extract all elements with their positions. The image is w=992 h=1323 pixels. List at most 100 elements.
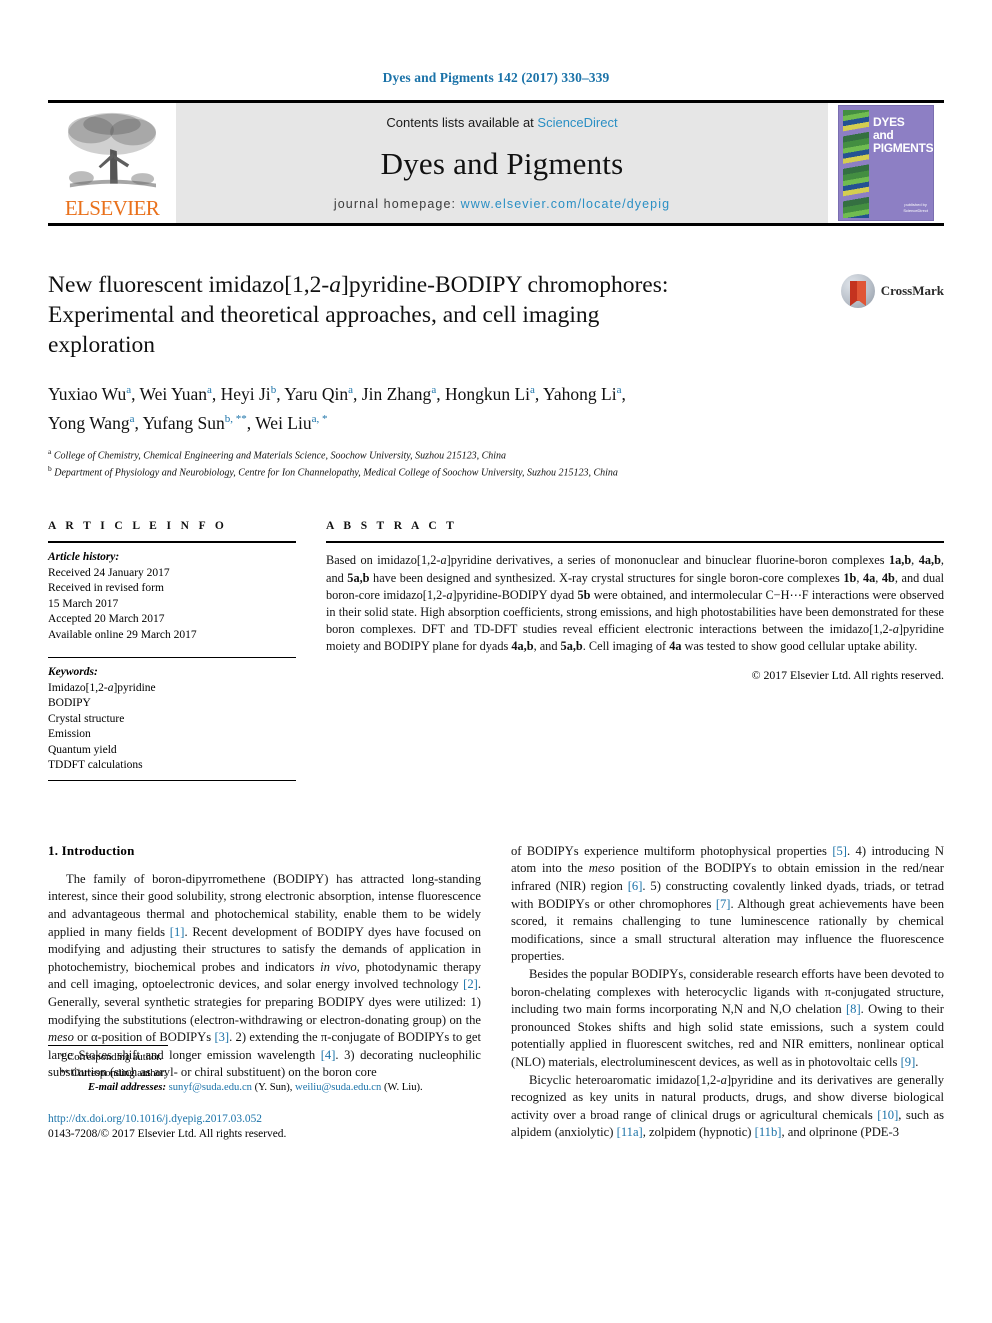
citation-11a[interactable]: [11a] [617, 1125, 643, 1139]
author-0[interactable]: Yuxiao Wu [48, 384, 126, 404]
cover-line-3: PIGMENTS [873, 141, 934, 155]
history-item-0: Received 24 January 2017 [48, 566, 170, 579]
author-9-affil-mark: a, * [311, 412, 328, 425]
affiliation-list: a College of Chemistry, Chemical Enginee… [48, 445, 944, 481]
history-item-1: Received in revised form [48, 582, 164, 595]
citation-3[interactable]: [3] [214, 1030, 229, 1044]
journal-cover-thumbnail: DYES and PIGMENTS published by ScienceDi… [828, 103, 944, 223]
contents-available-line: Contents lists available at ScienceDirec… [386, 115, 617, 130]
doi-link[interactable]: http://dx.doi.org/10.1016/j.dyepig.2017.… [48, 1112, 481, 1127]
history-item-2: 15 March 2017 [48, 597, 119, 610]
citation-11b[interactable]: [11b] [755, 1125, 782, 1139]
citation-1[interactable]: [1] [170, 925, 185, 939]
author-0-affil-mark: a [126, 384, 132, 396]
intro-paragraph-right-3: Bicyclic heteroaromatic imidazo[1,2-a]py… [511, 1072, 945, 1140]
citation-8[interactable]: [8] [846, 1002, 861, 1016]
abstract-text: Based on imidazo[1,2-a]pyridine derivati… [326, 553, 945, 654]
article-page: Dyes and Pigments 142 (2017) 330–339 ELS… [0, 0, 992, 1323]
keywords-block: Keywords: Imidazo[1,2-a]pyridine BODIPY … [48, 658, 296, 780]
author-2-affil-mark: b [270, 384, 277, 396]
author-7[interactable]: Yong Wang [48, 413, 130, 433]
keyword-4: Quantum yield [48, 743, 117, 756]
author-3-affil-mark: a [348, 384, 354, 396]
footnote-corresponding-1: * Corresponding author. [60, 1050, 481, 1066]
affiliation-a: a College of Chemistry, Chemical Enginee… [48, 445, 944, 463]
footnote-mark-2: ** [60, 1067, 69, 1078]
author-5[interactable]: Hongkun Li [445, 384, 530, 404]
cover-image: DYES and PIGMENTS published by ScienceDi… [838, 105, 934, 221]
citation-2[interactable]: [2] [463, 977, 478, 991]
title-line2: Experimental and theoretical approaches,… [48, 302, 600, 328]
author-7-affil-mark: a [129, 412, 135, 425]
journal-homepage-link[interactable]: www.elsevier.com/locate/dyepig [461, 197, 670, 211]
two-column-body: 1. Introduction The family of boron-dipy… [48, 843, 944, 1142]
author-6[interactable]: Yahong Li [543, 384, 617, 404]
footnote-emails: E-mail addresses: sunyf@suda.edu.cn (Y. … [74, 1081, 481, 1096]
sciencedirect-link[interactable]: ScienceDirect [537, 115, 617, 130]
title-line1-part-b: ]pyridine-BODIPY chromophores: [341, 272, 669, 298]
author-1-affil-mark: a [206, 384, 212, 396]
author-5-affil-mark: a [530, 384, 535, 396]
doi-block: http://dx.doi.org/10.1016/j.dyepig.2017.… [48, 1112, 481, 1142]
keyword-5: TDDFT calculations [48, 759, 143, 772]
author-1[interactable]: Wei Yuan [140, 384, 207, 404]
abstract-heading: A B S T R A C T [326, 520, 458, 533]
affiliation-b-text: Department of Physiology and Neurobiolog… [54, 467, 618, 479]
keyword-2: Crystal structure [48, 712, 125, 725]
author-list: Yuxiao Wua, Wei Yuana, Heyi Jib, Yaru Qi… [48, 383, 626, 433]
right-column: of BODIPYs experience multiform photophy… [511, 843, 944, 1142]
journal-title: Dyes and Pigments [380, 145, 624, 181]
intro-paragraph-right-2: Besides the popular BODIPYs, considerabl… [511, 966, 944, 1069]
keyword-1: BODIPY [48, 697, 91, 710]
crossmark-icon [840, 274, 875, 308]
history-item-3: Accepted 20 March 2017 [48, 613, 165, 626]
footnote-mark-1: * [60, 1052, 65, 1063]
email-owner-2: (W. Liu). [383, 1082, 423, 1094]
affiliation-b: b Department of Physiology and Neurobiol… [48, 462, 944, 480]
email-link-1[interactable]: sunyf@suda.edu.cn [169, 1082, 252, 1093]
footnotes-block: * Corresponding author. ** Corresponding… [48, 1045, 481, 1142]
contents-prefix: Contents lists available at [386, 115, 538, 130]
cover-title-text: DYES and PIGMENTS [873, 116, 934, 155]
crossmark-book-icon [849, 281, 866, 306]
article-history-label: Article history: [48, 551, 120, 564]
info-abstract-block: A R T I C L E I N F O Article history: R… [48, 520, 944, 781]
cover-publisher-name: ScienceDirect [903, 208, 928, 213]
citation-9[interactable]: [9] [901, 1055, 916, 1069]
history-item-4: Available online 29 March 2017 [48, 628, 197, 641]
page-title: New fluorescent imidazo[1,2-a]pyridine-B… [48, 270, 841, 360]
crossmark-badge[interactable]: CrossMark [840, 274, 944, 308]
citation-7[interactable]: [7] [716, 897, 731, 911]
cover-publisher-note: published by ScienceDirect [903, 202, 928, 214]
author-2[interactable]: Heyi Ji [221, 384, 271, 404]
author-3[interactable]: Yaru Qin [284, 384, 348, 404]
author-4-affil-mark: a [431, 384, 437, 396]
author-4[interactable]: Jin Zhang [362, 384, 432, 404]
email-link-2[interactable]: weiliu@suda.edu.cn [295, 1082, 381, 1093]
masthead-center: Contents lists available at ScienceDirec… [176, 103, 828, 223]
article-body: New fluorescent imidazo[1,2- a ]pyridine-B… [48, 270, 944, 1142]
citation-5[interactable]: [5] [832, 844, 847, 858]
keywords-label: Keywords: [48, 666, 98, 679]
section-heading-introduction: 1. Introduction [48, 842, 135, 858]
journal-masthead: ELSEVIER Contents lists available at Sci… [48, 100, 944, 226]
title-line3: exploration [48, 332, 156, 358]
issn-copyright-line: 0143-7208/© 2017 Elsevier Ltd. All right… [48, 1127, 287, 1140]
author-8[interactable]: Yufang Sun [143, 413, 225, 433]
author-8-affil-mark: b, ** [224, 412, 247, 425]
affiliation-a-text: College of Chemistry, Chemical Engineeri… [53, 449, 507, 461]
author-6-affil-mark: a [616, 384, 622, 396]
left-column: 1. Introduction The family of boron-dipy… [48, 843, 481, 1142]
affiliation-b-mark: b [48, 464, 52, 474]
elsevier-tree-icon [68, 112, 156, 188]
email-owner-1: (Y. Sun), [254, 1082, 293, 1094]
footnote-text-2: Corresponding author. [71, 1067, 167, 1079]
title-line1-part-a: New fluorescent imidazo[1,2- [48, 272, 330, 298]
elsevier-logo: ELSEVIER [48, 103, 176, 223]
article-history-block: Article history: Received 24 January 201… [48, 543, 296, 643]
citation-6[interactable]: [6] [628, 879, 643, 893]
citation-10[interactable]: [10] [877, 1108, 898, 1122]
intro-paragraph-right-1: of BODIPYs experience multiform photophy… [511, 843, 945, 964]
author-9[interactable]: Wei Liu [255, 413, 311, 433]
keyword-3: Emission [48, 728, 91, 741]
